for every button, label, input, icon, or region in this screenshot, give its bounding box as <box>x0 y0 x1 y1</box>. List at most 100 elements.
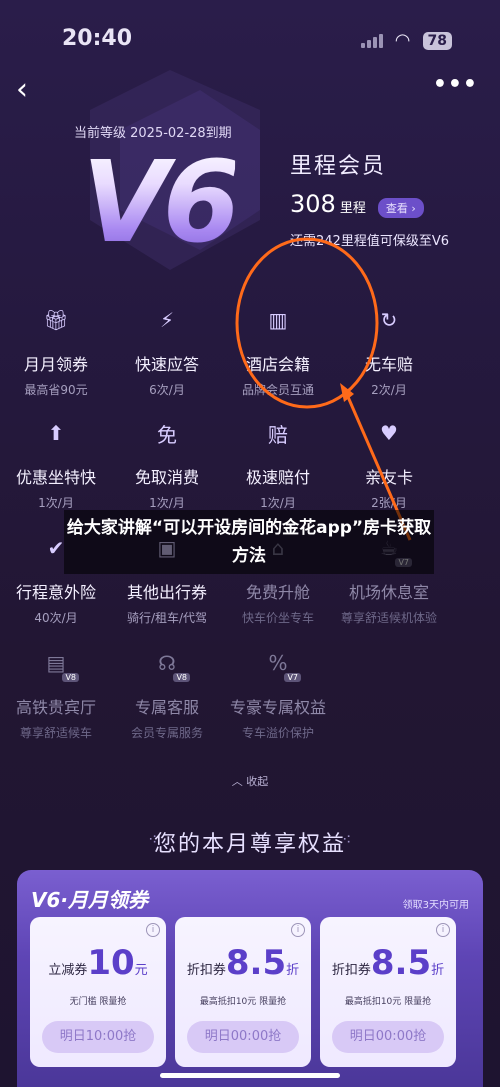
coupon-kind: 立减券 <box>48 963 88 978</box>
mileage-row: 308 里程 查看 › <box>290 190 424 218</box>
coupon-claim-button[interactable]: 明日10:00抢 <box>42 1021 154 1053</box>
privilege-item[interactable]: ⚡︎ 快速应答 6次/月 <box>111 305 223 398</box>
privilege-sub: 6次/月 <box>149 383 185 397</box>
coupon[interactable]: i 折扣券8.5折最高抵扣10元 限量抢明日00:00抢 <box>175 917 311 1067</box>
level-requirement-badge: V8 <box>173 673 190 682</box>
privilege-icon: 赔 <box>268 422 288 447</box>
privilege-sub: 1次/月 <box>38 496 74 510</box>
privilege-sub: 1次/月 <box>149 496 185 510</box>
view-mileage-button[interactable]: 查看 › <box>377 198 424 218</box>
status-bar: 20:40 ◠ 78 <box>0 0 500 70</box>
coupon-main: 立减券10元 <box>30 943 166 983</box>
privilege-sub: 骑行/租车/代驾 <box>126 611 208 625</box>
privilege-label: 亲友卡 <box>364 468 413 487</box>
info-icon[interactable]: i <box>291 923 305 937</box>
handshake-heart-icon: ♥ <box>380 421 398 445</box>
privilege-label: 月月领券 <box>23 355 88 374</box>
mileage-title: 里程会员 <box>290 154 387 179</box>
privilege-label: 免费升舱 <box>245 583 310 602</box>
level-requirement-badge: V7 <box>284 673 301 682</box>
benefits-heading: 您的本月尊享权益 <box>153 832 346 857</box>
info-icon[interactable]: i <box>146 923 160 937</box>
back-icon[interactable]: ‹ <box>16 72 28 107</box>
privilege-item[interactable]: ▤ V8 高铁贵宾厅尊享舒适候车 <box>0 648 112 741</box>
privilege-item[interactable]: 🎁︎ 月月领券最高省90元 <box>0 305 112 398</box>
coupon-main: 折扣券8.5折 <box>175 943 311 983</box>
headset-icon: ☊ V8 <box>152 648 190 682</box>
privilege-label: 其他出行券 <box>126 583 207 602</box>
collapse-button[interactable]: ︿ 收起 <box>0 773 500 789</box>
mileage-hint: 还需242里程值可保级至V6 <box>290 234 449 249</box>
privilege-sub: 1次/月 <box>260 496 296 510</box>
coupon-card: V6·月月领券 领取3天内可用 i 立减券10元 无门槛 限量抢 明日10:00抢 i 折… <box>17 870 483 1087</box>
privilege-label: 行程意外险 <box>15 583 96 602</box>
privilege-sub: 2次/月 <box>371 383 407 397</box>
status-icons: ◠ 78 <box>360 30 452 51</box>
home-indicator[interactable] <box>160 1073 340 1078</box>
mileage-unit: 里程 <box>339 201 366 216</box>
coupon-kind: 折扣券 <box>331 963 371 978</box>
coupon-claim-button[interactable]: 明日00:00抢 <box>187 1021 299 1053</box>
coupon-claim-button[interactable]: 明日00:00抢 <box>332 1021 444 1053</box>
privilege-label: 极速赔付 <box>245 468 310 487</box>
privilege-item[interactable]: ⬆ 优惠坐特快 1次/月 <box>0 418 112 511</box>
privilege-icon: 免 <box>157 422 177 447</box>
coupon-card-title: V6·月月领券 <box>31 888 148 912</box>
status-time: 20:40 <box>62 26 133 51</box>
privilege-label: 专豪专属权益 <box>229 698 326 717</box>
rocket-icon: ⬆ <box>47 421 65 445</box>
overlay-caption: 给大家讲解“可以开设房间的金花app”房卡获取方法 <box>64 510 434 574</box>
privilege-sub: 尊享舒适候车 <box>19 726 92 740</box>
privilege-label: 免取消费 <box>134 468 199 487</box>
privilege-sub: 专车溢价保护 <box>241 726 314 740</box>
privilege-sub: 品牌会员互通 <box>241 383 314 397</box>
train-icon: ▤ V8 <box>41 648 79 682</box>
coupon-unit: 元 <box>134 963 148 978</box>
privilege-label: 酒店会籍 <box>245 355 310 374</box>
level-requirement-badge: V8 <box>62 673 79 682</box>
building-icon: ▥ <box>268 308 288 332</box>
coupon[interactable]: i 立减券10元无门槛 限量抢明日10:00抢 <box>30 917 166 1067</box>
coupon-value: 8.5 <box>225 943 287 983</box>
coupon-value: 10 <box>87 943 135 983</box>
coupon-kind: 折扣券 <box>186 963 226 978</box>
privilege-item[interactable]: ▥ 酒店会籍品牌会员互通 <box>222 305 334 398</box>
coupon-desc: 最高抵扣10元 限量抢 <box>344 997 432 1007</box>
chevron-up-icon: ︿ <box>231 775 247 788</box>
more-icon[interactable]: ••• <box>433 72 478 97</box>
coupon-value: 8.5 <box>370 943 432 983</box>
battery-indicator: 78 <box>422 31 452 50</box>
wifi-icon: ◠ <box>394 30 411 51</box>
privilege-item[interactable]: ♥ 亲友卡 2张/月 <box>333 418 445 511</box>
privilege-sub: 会员专属服务 <box>130 726 203 740</box>
info-icon[interactable]: i <box>436 923 450 937</box>
mileage-value: 308 <box>290 190 336 218</box>
privilege-sub: 2张/月 <box>371 496 407 510</box>
privilege-sub: 快车价坐专车 <box>241 611 314 625</box>
privilege-item[interactable]: 赔极速赔付 1次/月 <box>222 418 334 511</box>
privilege-label: 高铁贵宾厅 <box>15 698 96 717</box>
level-badge: V6 <box>82 138 241 268</box>
coupon-unit: 折 <box>431 963 445 978</box>
privilege-label: 优惠坐特快 <box>15 468 96 487</box>
privilege-sub: 最高省90元 <box>24 383 88 397</box>
privilege-item[interactable]: % V7 专豪专属权益 专车溢价保护 <box>222 648 334 741</box>
privilege-label: 专属客服 <box>134 698 199 717</box>
privilege-label: 机场休息室 <box>348 583 429 602</box>
privilege-item[interactable]: ☊ V8 专属客服会员专属服务 <box>111 648 223 741</box>
privilege-sub: 尊享舒适候机体验 <box>340 611 437 625</box>
coupon[interactable]: i 折扣券8.5折最高抵扣10元 限量抢明日00:00抢 <box>320 917 456 1067</box>
privilege-sub: 40次/月 <box>34 611 78 625</box>
signal-icon <box>360 33 383 48</box>
gift-icon: 🎁︎ <box>43 308 69 332</box>
bolt-shield-icon: ⚡︎ <box>159 308 175 332</box>
coupon-main: 折扣券8.5折 <box>320 943 456 983</box>
coupon-card-note: 领取3天内可用 <box>402 900 469 911</box>
coupon-desc: 无门槛 限量抢 <box>69 997 127 1007</box>
coupon-desc: 最高抵扣10元 限量抢 <box>199 997 287 1007</box>
privilege-item[interactable]: 免免取消费 1次/月 <box>111 418 223 511</box>
privilege-item[interactable]: ↻ 无车赔 2次/月 <box>333 305 445 398</box>
privilege-label: 快速应答 <box>134 355 199 374</box>
clock-refresh-icon: ↻ <box>380 308 398 332</box>
right-bracket-icon: ⁖ <box>342 830 352 849</box>
